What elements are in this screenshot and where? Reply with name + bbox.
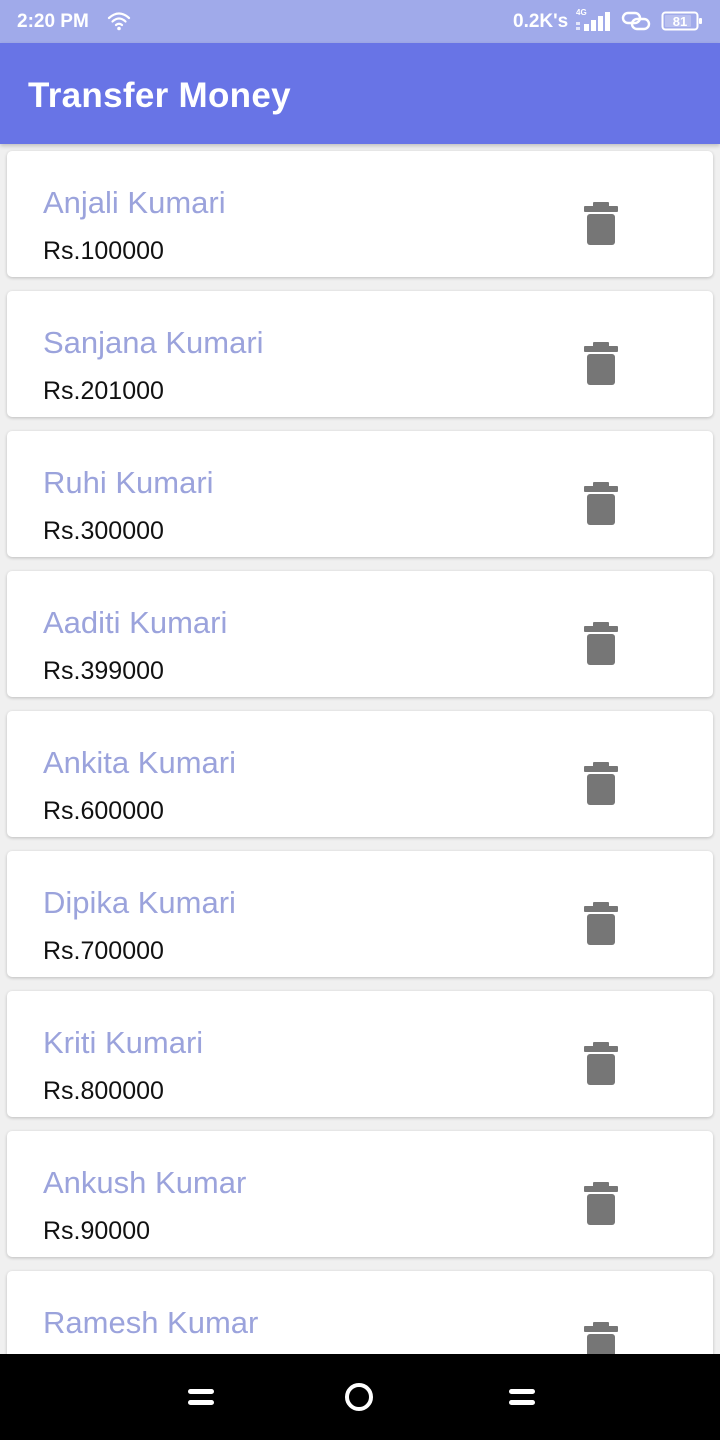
contact-amount: Rs.100000: [43, 237, 164, 265]
list-item[interactable]: Ramesh Kumar: [7, 1271, 713, 1354]
trash-icon[interactable]: [581, 901, 621, 947]
contact-name: Ankush Kumar: [43, 1165, 247, 1200]
wifi-icon: [107, 12, 131, 31]
menu-icon[interactable]: [181, 1380, 221, 1414]
contact-amount: Rs.201000: [43, 377, 164, 405]
network-type-label: 4G: [576, 8, 587, 17]
battery-icon: 81: [661, 11, 702, 31]
list-item[interactable]: Ankush Kumar Rs.90000: [7, 1131, 713, 1257]
trash-icon[interactable]: [581, 761, 621, 807]
trash-icon[interactable]: [581, 481, 621, 527]
contact-name: Aaditi Kumari: [43, 605, 228, 640]
trash-icon[interactable]: [581, 1181, 621, 1227]
contact-name: Kriti Kumari: [43, 1025, 204, 1060]
contact-name: Ruhi Kumari: [43, 465, 214, 500]
contact-list[interactable]: Anjali Kumari Rs.100000 Sanjana Kumari R…: [0, 144, 720, 1354]
contact-name: Anjali Kumari: [43, 185, 226, 220]
home-icon[interactable]: [339, 1380, 379, 1414]
list-item[interactable]: Sanjana Kumari Rs.201000: [7, 291, 713, 417]
link-icon: [621, 11, 651, 31]
contact-amount: Rs.90000: [43, 1217, 151, 1245]
contact-name: Dipika Kumari: [43, 885, 236, 920]
contact-amount: Rs.600000: [43, 797, 164, 825]
list-item[interactable]: Anjali Kumari Rs.100000: [7, 151, 713, 277]
battery-level: 81: [673, 14, 687, 29]
back-icon[interactable]: [502, 1380, 542, 1414]
trash-icon[interactable]: [581, 1041, 621, 1087]
contact-name: Sanjana Kumari: [43, 325, 264, 360]
status-time: 2:20 PM: [17, 11, 89, 32]
network-speed: 0.2K's: [513, 11, 569, 32]
trash-icon[interactable]: [581, 201, 621, 247]
contact-amount: Rs.399000: [43, 657, 164, 685]
list-item[interactable]: Aaditi Kumari Rs.399000: [7, 571, 713, 697]
contact-amount: Rs.300000: [43, 517, 164, 545]
list-item[interactable]: Ruhi Kumari Rs.300000: [7, 431, 713, 557]
status-bar: 2:20 PM 0.2K's 4G 81: [0, 0, 720, 43]
page-title: Transfer Money: [28, 76, 291, 115]
contact-amount: Rs.700000: [43, 937, 164, 965]
app-bar: Transfer Money: [0, 43, 720, 144]
list-item[interactable]: Ankita Kumari Rs.600000: [7, 711, 713, 837]
list-item[interactable]: Dipika Kumari Rs.700000: [7, 851, 713, 977]
list-item[interactable]: Kriti Kumari Rs.800000: [7, 991, 713, 1117]
signal-icon: 4G: [576, 8, 610, 31]
trash-icon[interactable]: [581, 621, 621, 667]
trash-icon[interactable]: [581, 1321, 621, 1354]
contact-amount: Rs.800000: [43, 1077, 164, 1105]
contact-name: Ramesh Kumar: [43, 1305, 259, 1340]
navigation-bar: [0, 1354, 720, 1440]
trash-icon[interactable]: [581, 341, 621, 387]
contact-name: Ankita Kumari: [43, 745, 236, 780]
